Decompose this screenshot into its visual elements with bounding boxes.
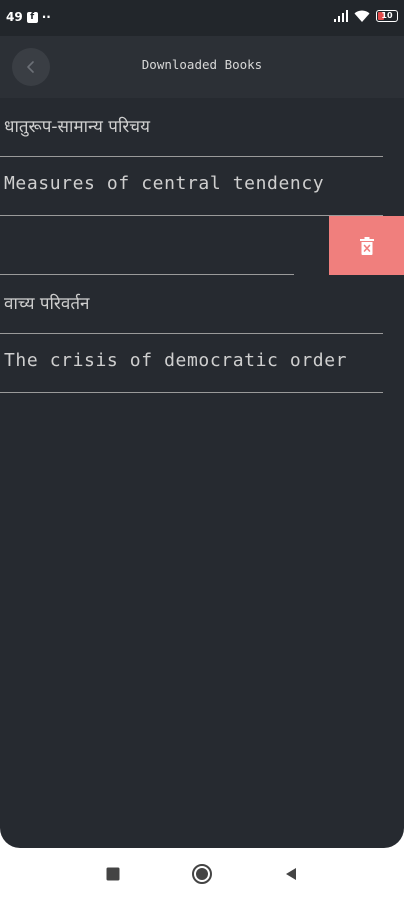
status-time: 49 bbox=[6, 10, 23, 24]
recents-button[interactable] bbox=[101, 862, 125, 886]
status-left: 49 f ·· bbox=[6, 10, 51, 24]
book-list-item[interactable]: वाच्य परिवर्तन bbox=[0, 275, 404, 334]
battery-icon: 10 bbox=[376, 10, 398, 22]
book-list-item[interactable]: धातुरूप-सामान्य परिचय bbox=[0, 98, 404, 157]
book-title: धातुरूप-सामान्य परिचय bbox=[4, 117, 150, 137]
facebook-icon: f bbox=[26, 11, 38, 23]
delete-button[interactable] bbox=[329, 216, 404, 275]
row-divider bbox=[0, 391, 383, 393]
square-icon bbox=[106, 867, 120, 881]
triangle-back-icon bbox=[286, 868, 296, 880]
book-list: धातुरूप-सामान्य परिचय Measures of centra… bbox=[0, 98, 404, 393]
book-list-item-swiped[interactable] bbox=[0, 216, 404, 275]
app-screen: 49 f ·· 10 Downloaded Books धातुरूप-सामा… bbox=[0, 0, 404, 848]
status-bar: 49 f ·· 10 bbox=[0, 0, 404, 36]
book-list-item[interactable]: The crisis of democratic order bbox=[0, 334, 404, 393]
book-title: Measures of central tendency bbox=[4, 173, 325, 194]
back-button[interactable] bbox=[12, 48, 50, 86]
cell-signal-icon bbox=[334, 10, 348, 22]
book-title: The crisis of democratic order bbox=[4, 350, 348, 371]
wifi-icon bbox=[354, 10, 370, 22]
chevron-left-icon bbox=[27, 61, 34, 73]
more-notifications-indicator: ·· bbox=[41, 10, 51, 24]
trash-icon bbox=[359, 236, 374, 255]
page-title: Downloaded Books bbox=[141, 57, 263, 72]
system-nav-bar bbox=[0, 848, 404, 900]
book-list-item[interactable]: Measures of central tendency bbox=[0, 157, 404, 216]
home-button[interactable] bbox=[190, 862, 214, 886]
book-title: वाच्य परिवर्तन bbox=[4, 294, 90, 314]
app-bar: Downloaded Books bbox=[0, 36, 404, 98]
status-right: 10 bbox=[334, 10, 398, 22]
circle-icon bbox=[192, 864, 212, 884]
nav-back-button[interactable] bbox=[279, 862, 303, 886]
battery-level: 10 bbox=[381, 11, 393, 20]
